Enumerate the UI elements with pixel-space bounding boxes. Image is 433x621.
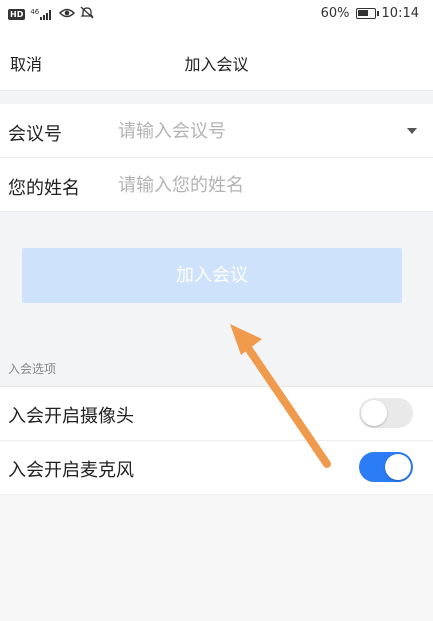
silent-bell-icon (80, 6, 94, 23)
status-bar: HD 46 60% 10:14 (0, 0, 433, 30)
cancel-button[interactable]: 取消 (10, 51, 42, 75)
join-options: 入会开启摄像头 入会开启麦克风 (0, 386, 433, 495)
microphone-option-label: 入会开启麦克风 (8, 460, 134, 481)
join-form: 会议号 您的姓名 (0, 104, 433, 212)
camera-toggle[interactable] (359, 398, 413, 428)
options-section-label: 入会选项 (8, 362, 57, 376)
microphone-toggle[interactable] (359, 452, 413, 482)
hd-icon: HD (8, 9, 26, 20)
dropdown-caret-icon[interactable] (407, 128, 417, 134)
camera-option-label: 入会开启摄像头 (8, 406, 134, 427)
toggle-knob (361, 400, 387, 426)
battery-icon (355, 8, 379, 19)
meeting-id-label: 会议号 (8, 124, 62, 145)
nav-bar: 加入会议 取消 (0, 30, 433, 90)
empty-area (0, 495, 433, 621)
name-label: 您的姓名 (8, 178, 80, 199)
signal-icon: 46 (30, 9, 54, 20)
microphone-option-row: 入会开启麦克风 (0, 441, 433, 495)
name-row: 您的姓名 (0, 158, 433, 212)
status-icons-left: HD 46 (8, 6, 94, 23)
section-divider (0, 90, 433, 104)
eye-icon (59, 7, 76, 23)
toggle-knob (385, 454, 411, 480)
meeting-id-row: 会议号 (0, 104, 433, 158)
status-icons-right: 60% 10:14 (321, 6, 419, 21)
battery-percent: 60% (320, 6, 350, 21)
name-input[interactable] (118, 170, 388, 200)
camera-option-row: 入会开启摄像头 (0, 387, 433, 441)
clock: 10:14 (381, 6, 419, 21)
meeting-id-input[interactable] (118, 116, 388, 146)
join-meeting-button[interactable]: 加入会议 (22, 248, 402, 303)
join-meeting-screen: HD 46 60% 10:14 加入会议 取消 会议号 请输入会议号 您的姓名 … (0, 0, 433, 621)
page-title: 加入会议 (184, 55, 249, 74)
